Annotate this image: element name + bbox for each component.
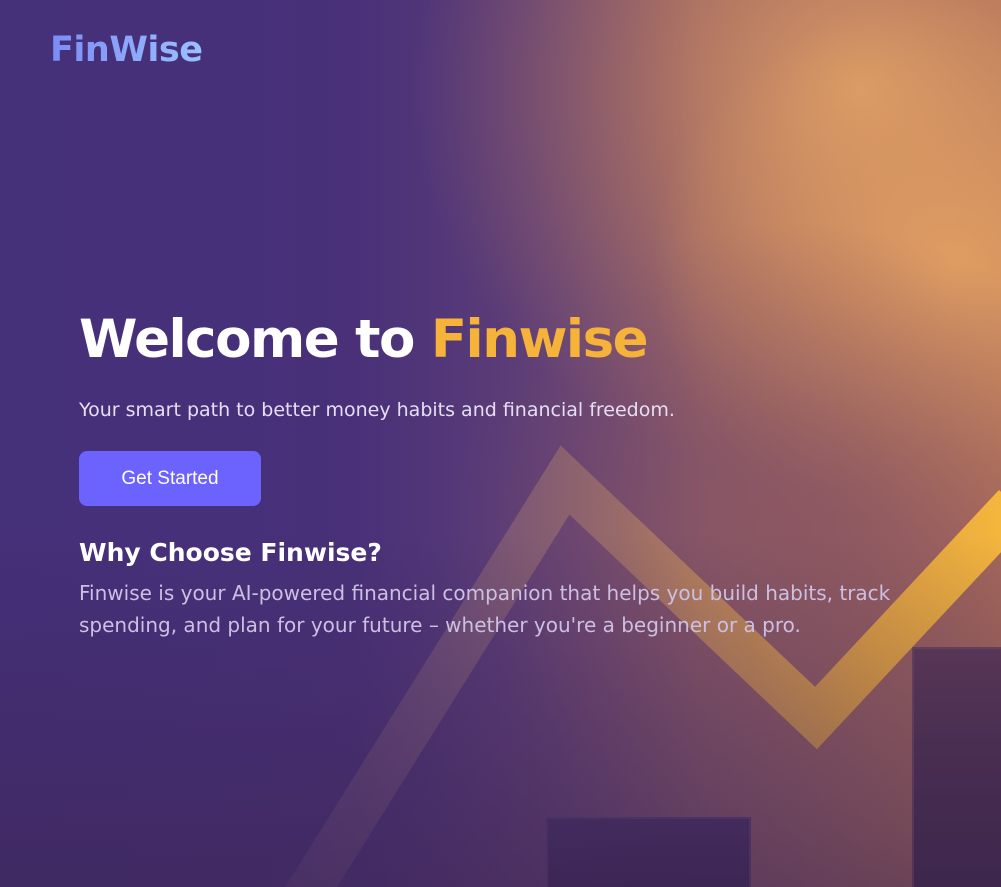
hero-title-accent: Finwise	[430, 309, 649, 370]
hero-title: Welcome to Finwise	[79, 300, 959, 380]
page-content: FinWise Welcome to Finwise Your smart pa…	[0, 0, 1001, 887]
hero-title-prefix: Welcome to	[79, 309, 431, 370]
hero-subtitle: Your smart path to better money habits a…	[79, 399, 675, 421]
hero-section: Welcome to Finwise Your smart path to be…	[79, 300, 959, 641]
get-started-button[interactable]: Get Started	[79, 451, 261, 506]
brand-logo[interactable]: FinWise	[50, 28, 203, 72]
why-choose-heading: Why Choose Finwise?	[79, 538, 382, 567]
landing-page: FinWise Welcome to Finwise Your smart pa…	[0, 0, 1001, 887]
why-choose-description: Finwise is your AI-powered financial com…	[79, 581, 891, 637]
